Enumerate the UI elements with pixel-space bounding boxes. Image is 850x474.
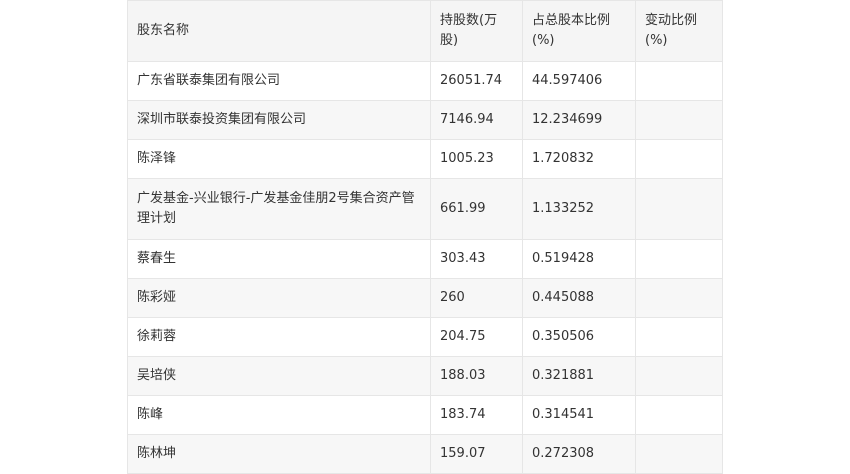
- cell-share-ratio: 0.321881: [522, 356, 636, 396]
- cell-shares-held: 661.99: [430, 178, 523, 240]
- table-header-row: 股东名称 持股数(万股) 占总股本比例(%) 变动比例(%): [127, 0, 723, 62]
- cell-change-ratio: [635, 356, 723, 396]
- cell-share-ratio: 0.445088: [522, 278, 636, 318]
- cell-share-ratio: 0.350506: [522, 317, 636, 357]
- cell-share-ratio: 12.234699: [522, 100, 636, 140]
- cell-shareholder-name: 陈泽锋: [127, 139, 431, 179]
- table-row: 陈林坤 159.07 0.272308: [127, 434, 723, 474]
- cell-shareholder-name: 深圳市联泰投资集团有限公司: [127, 100, 431, 140]
- table-row: 深圳市联泰投资集团有限公司 7146.94 12.234699: [127, 100, 723, 140]
- cell-change-ratio: [635, 100, 723, 140]
- table-row: 陈彩娅 260 0.445088: [127, 278, 723, 318]
- cell-change-ratio: [635, 434, 723, 474]
- cell-change-ratio: [635, 395, 723, 435]
- cell-share-ratio: 0.519428: [522, 239, 636, 279]
- table-row: 徐莉蓉 204.75 0.350506: [127, 317, 723, 357]
- cell-shareholder-name: 徐莉蓉: [127, 317, 431, 357]
- cell-shares-held: 159.07: [430, 434, 523, 474]
- shareholder-table: 股东名称 持股数(万股) 占总股本比例(%) 变动比例(%) 广东省联泰集团有限…: [127, 0, 723, 474]
- cell-shares-held: 7146.94: [430, 100, 523, 140]
- table-row: 陈泽锋 1005.23 1.720832: [127, 139, 723, 179]
- table-row: 广东省联泰集团有限公司 26051.74 44.597406: [127, 61, 723, 101]
- cell-shares-held: 183.74: [430, 395, 523, 435]
- cell-shares-held: 303.43: [430, 239, 523, 279]
- cell-shares-held: 188.03: [430, 356, 523, 396]
- cell-change-ratio: [635, 278, 723, 318]
- shareholder-table-container: 股东名称 持股数(万股) 占总股本比例(%) 变动比例(%) 广东省联泰集团有限…: [127, 0, 723, 474]
- cell-share-ratio: 1.720832: [522, 139, 636, 179]
- table-row: 吴培侠 188.03 0.321881: [127, 356, 723, 396]
- cell-change-ratio: [635, 139, 723, 179]
- cell-shares-held: 204.75: [430, 317, 523, 357]
- cell-shareholder-name: 吴培侠: [127, 356, 431, 396]
- cell-share-ratio: 44.597406: [522, 61, 636, 101]
- cell-share-ratio: 0.272308: [522, 434, 636, 474]
- cell-shareholder-name: 陈林坤: [127, 434, 431, 474]
- cell-change-ratio: [635, 317, 723, 357]
- table-row: 陈峰 183.74 0.314541: [127, 395, 723, 435]
- cell-shares-held: 260: [430, 278, 523, 318]
- cell-shareholder-name: 蔡春生: [127, 239, 431, 279]
- header-change-ratio: 变动比例(%): [635, 0, 723, 62]
- header-shareholder-name: 股东名称: [127, 0, 431, 62]
- cell-shares-held: 26051.74: [430, 61, 523, 101]
- cell-share-ratio: 1.133252: [522, 178, 636, 240]
- header-shares-held: 持股数(万股): [430, 0, 523, 62]
- cell-shareholder-name: 广发基金-兴业银行-广发基金佳朋2号集合资产管理计划: [127, 178, 431, 240]
- cell-shares-held: 1005.23: [430, 139, 523, 179]
- table-row: 蔡春生 303.43 0.519428: [127, 239, 723, 279]
- header-share-ratio: 占总股本比例(%): [522, 0, 636, 62]
- cell-shareholder-name: 广东省联泰集团有限公司: [127, 61, 431, 101]
- cell-change-ratio: [635, 239, 723, 279]
- table-row: 广发基金-兴业银行-广发基金佳朋2号集合资产管理计划 661.99 1.1332…: [127, 178, 723, 240]
- cell-change-ratio: [635, 178, 723, 240]
- cell-shareholder-name: 陈峰: [127, 395, 431, 435]
- cell-share-ratio: 0.314541: [522, 395, 636, 435]
- cell-shareholder-name: 陈彩娅: [127, 278, 431, 318]
- cell-change-ratio: [635, 61, 723, 101]
